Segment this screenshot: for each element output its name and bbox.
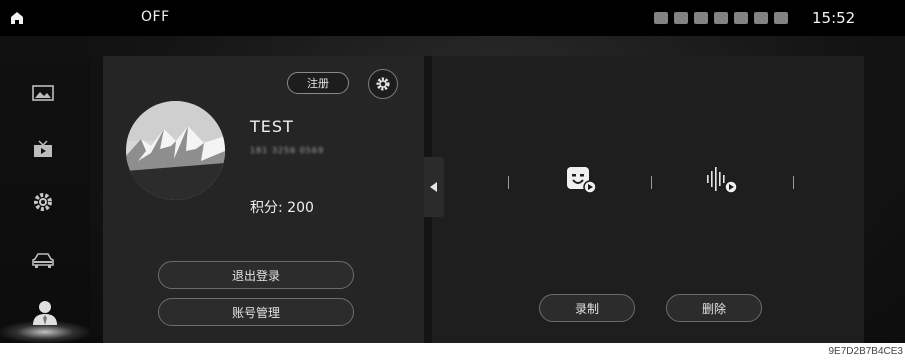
signal-1-icon — [754, 12, 768, 24]
clock: 15:52 — [812, 9, 856, 27]
voice-panel — [432, 56, 864, 343]
image-id-watermark: 9E7D2B7B4CE3 — [828, 346, 904, 357]
user-icon — [33, 301, 57, 325]
register-button[interactable]: 注册 — [287, 72, 349, 94]
gallery-icon — [32, 85, 54, 101]
sidebar-item-gallery[interactable] — [30, 82, 56, 104]
gear-icon — [376, 77, 390, 91]
avatar[interactable] — [126, 101, 225, 200]
separator-tick — [508, 176, 509, 189]
sidebar-item-tv[interactable] — [30, 138, 56, 160]
collapse-panel-button[interactable] — [424, 157, 444, 217]
points-label: 积分: 200 — [250, 200, 314, 216]
masked-phone-number: 181 3256 0569 — [250, 146, 325, 155]
usb-icon — [694, 12, 708, 24]
chevron-left-icon — [430, 182, 437, 192]
separator-tick — [793, 176, 794, 189]
logout-button[interactable]: 退出登录 — [158, 261, 354, 289]
record-button[interactable]: 录制 — [539, 294, 635, 322]
voice-mode-face-button[interactable] — [565, 165, 599, 197]
voice-mode-wave-button[interactable] — [706, 165, 740, 197]
vibrate-icon — [654, 12, 668, 24]
status-icons — [654, 11, 788, 25]
message-icon — [734, 12, 748, 24]
bluetooth-icon — [674, 12, 688, 24]
account-management-button[interactable]: 账号管理 — [158, 298, 354, 326]
4g-icon — [714, 12, 728, 24]
home-icon[interactable] — [10, 11, 24, 25]
profile-settings-button[interactable] — [368, 69, 398, 99]
waveform-voice-icon — [707, 167, 738, 194]
separator-tick — [651, 176, 652, 189]
mountain-avatar-image — [126, 101, 225, 200]
status-bar: OFF 15:52 — [0, 0, 905, 36]
sidebar-item-vehicle[interactable] — [30, 249, 56, 271]
signal-2-icon — [774, 12, 788, 24]
sidebar-item-account[interactable] — [30, 299, 60, 325]
car-head-unit-screen: OFF 15:52 注册 TEST 181 3256 0569 积分: 200 … — [0, 0, 905, 343]
face-voice-icon — [567, 167, 597, 194]
gear-icon — [34, 193, 52, 211]
sidebar-item-settings[interactable] — [30, 191, 56, 213]
delete-button[interactable]: 删除 — [666, 294, 762, 322]
power-state-label: OFF — [141, 9, 170, 25]
sidebar — [0, 36, 90, 343]
car-icon — [32, 253, 54, 268]
username: TEST — [250, 117, 294, 136]
tv-icon — [34, 140, 52, 157]
